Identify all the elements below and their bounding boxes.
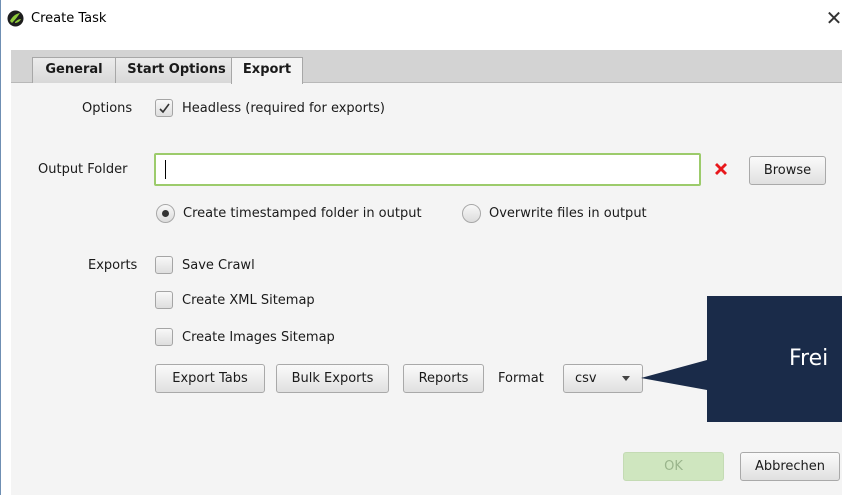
cancel-button[interactable]: Abbrechen — [740, 452, 840, 481]
radio-overwrite-files[interactable] — [462, 204, 481, 223]
images-sitemap-checkbox[interactable] — [155, 328, 173, 346]
callout-text: Frei — [789, 346, 829, 371]
radio-selected-dot — [162, 210, 169, 217]
checkmark-icon — [159, 103, 170, 114]
text-caret — [165, 160, 166, 179]
export-tabs-button[interactable]: Export Tabs — [155, 364, 265, 393]
xml-sitemap-checkbox[interactable] — [155, 291, 173, 309]
radio-overwrite-label: Overwrite files in output — [489, 206, 647, 221]
format-select[interactable]: csv — [563, 364, 643, 393]
exports-label: Exports — [88, 258, 138, 273]
chevron-down-icon — [622, 376, 630, 381]
xml-sitemap-label: Create XML Sitemap — [182, 293, 315, 308]
tab-start-options[interactable]: Start Options — [115, 57, 238, 83]
red-x-error-icon — [713, 161, 729, 177]
browse-button[interactable]: Browse — [749, 156, 826, 185]
headless-checkbox[interactable] — [155, 99, 173, 117]
ok-button[interactable]: OK — [623, 452, 724, 481]
radio-timestamped-label: Create timestamped folder in output — [183, 206, 422, 221]
output-folder-input[interactable] — [154, 153, 701, 186]
radio-timestamped-folder[interactable] — [156, 204, 175, 223]
tab-export[interactable]: Export — [231, 57, 303, 84]
tab-general[interactable]: General — [32, 57, 116, 83]
tab-bar: General Start Options Export — [11, 50, 842, 84]
bulk-exports-button[interactable]: Bulk Exports — [276, 364, 389, 393]
title-bar: Create Task ✕ — [1, 0, 842, 38]
output-folder-label: Output Folder — [38, 162, 128, 177]
save-crawl-checkbox[interactable] — [155, 256, 173, 274]
format-value: csv — [575, 371, 597, 386]
headless-label: Headless (required for exports) — [182, 101, 385, 116]
options-label: Options — [82, 101, 133, 116]
window-title: Create Task — [31, 11, 107, 26]
images-sitemap-label: Create Images Sitemap — [182, 330, 335, 345]
close-icon[interactable]: ✕ — [823, 6, 842, 30]
reports-button[interactable]: Reports — [403, 364, 484, 393]
create-task-window: Create Task ✕ General Start Options Expo… — [0, 0, 842, 495]
format-label: Format — [498, 371, 544, 386]
app-logo-icon — [7, 10, 24, 27]
save-crawl-label: Save Crawl — [182, 258, 255, 273]
